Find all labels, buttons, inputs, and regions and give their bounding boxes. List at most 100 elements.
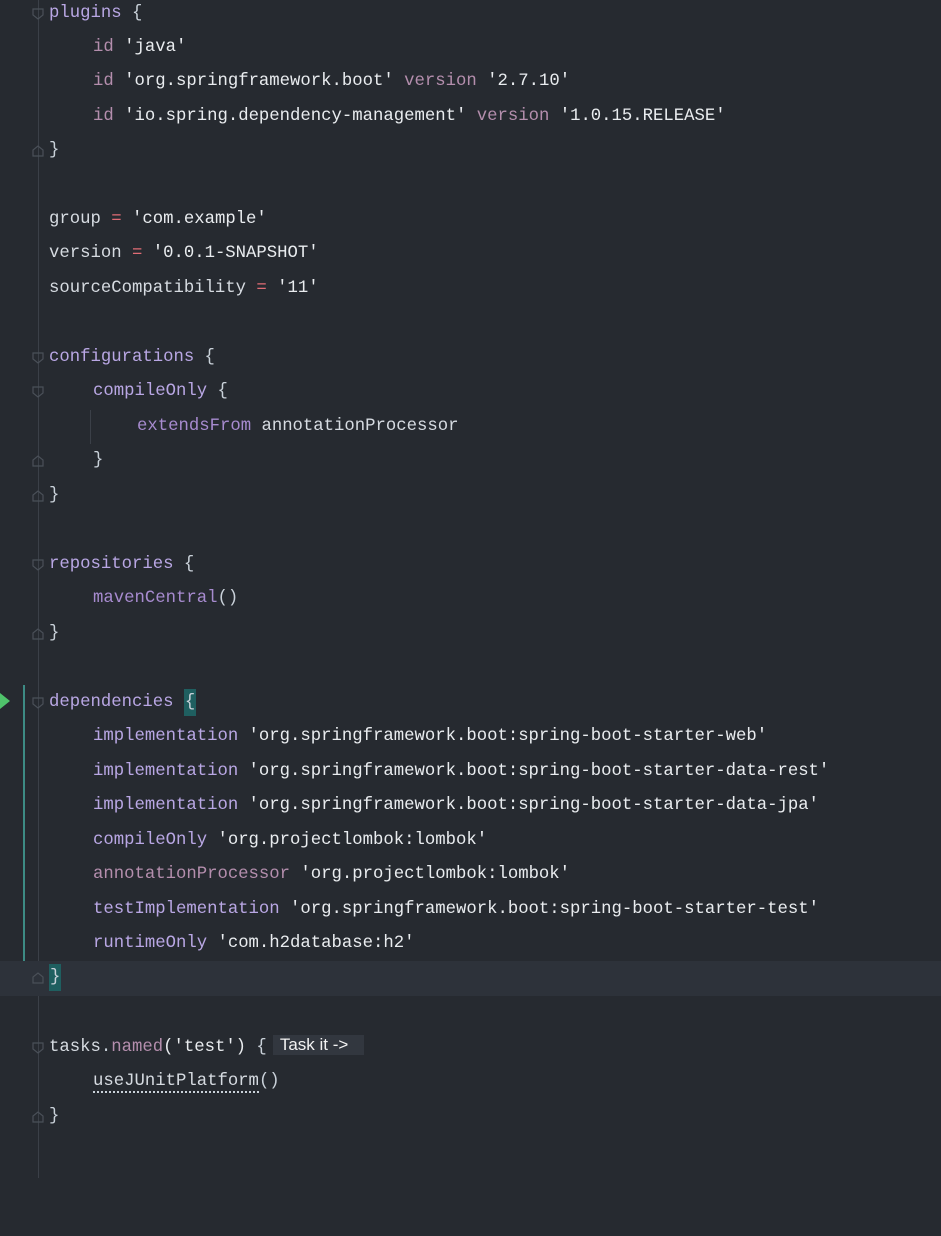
code-token: annotationProcessor <box>93 865 291 884</box>
fold-close-icon[interactable] <box>32 1111 44 1123</box>
code-line[interactable]: mavenCentral() <box>0 582 941 617</box>
code-token: version <box>49 244 122 263</box>
fold-close-icon[interactable] <box>32 145 44 157</box>
code-token: '0.0.1-SNAPSHOT' <box>152 244 319 263</box>
code-token: 'org.projectlombok:lombok' <box>207 831 488 850</box>
code-token: version <box>466 107 550 126</box>
code-line[interactable]: implementation 'org.springframework.boot… <box>0 755 941 790</box>
code-line[interactable]: } <box>0 617 941 652</box>
code-token: } <box>49 1107 60 1126</box>
code-token: plugins <box>49 4 122 23</box>
code-line[interactable]: id 'io.spring.dependency-management' ver… <box>0 100 941 135</box>
code-token: compileOnly <box>93 831 208 850</box>
fold-open-icon[interactable] <box>32 8 44 20</box>
code-token: } <box>49 486 60 505</box>
code-line[interactable]: configurations { <box>0 341 941 376</box>
code-token: . <box>100 1038 112 1057</box>
code-line[interactable]: id 'java' <box>0 31 941 66</box>
code-token: id <box>93 72 114 91</box>
code-token: 'java' <box>113 38 187 57</box>
code-token: sourceCompatibility <box>49 279 247 298</box>
code-token: 'org.projectlombok:lombok' <box>290 865 571 884</box>
code-token: dependencies <box>49 693 174 712</box>
fold-close-icon[interactable] <box>32 972 44 984</box>
code-token: = <box>246 279 278 298</box>
fold-close-icon[interactable] <box>32 490 44 502</box>
fold-close-icon[interactable] <box>32 455 44 467</box>
code-token: annotationProcessor <box>251 417 459 436</box>
code-token: useJUnitPlatform <box>93 1072 259 1093</box>
code-token: 'com.example' <box>131 210 267 229</box>
code-line[interactable]: } <box>0 1100 941 1135</box>
code-token: mavenCentral <box>93 589 218 608</box>
code-token: { <box>194 348 215 367</box>
code-token: version <box>393 72 477 91</box>
fold-open-icon[interactable] <box>32 352 44 364</box>
code-token: id <box>93 107 114 126</box>
code-token: { <box>246 1038 267 1057</box>
code-token: 'org.springframework.boot:spring-boot-st… <box>238 762 830 781</box>
code-line[interactable]: group = 'com.example' <box>0 203 941 238</box>
fold-close-icon[interactable] <box>32 628 44 640</box>
code-line[interactable]: } <box>0 479 941 514</box>
code-line[interactable]: annotationProcessor 'org.projectlombok:l… <box>0 858 941 893</box>
code-token: () <box>258 1072 280 1091</box>
code-token: { <box>207 382 228 401</box>
code-line[interactable]: version = '0.0.1-SNAPSHOT' <box>0 237 941 272</box>
code-token: 'org.springframework.boot:spring-boot-st… <box>279 900 819 919</box>
code-line[interactable]: } <box>0 444 941 479</box>
matched-brace: } <box>49 964 62 991</box>
code-token: () <box>217 589 239 608</box>
code-token: named <box>111 1038 164 1057</box>
code-token: 'org.springframework.boot:spring-boot-st… <box>238 727 768 746</box>
code-line[interactable]: testImplementation 'org.springframework.… <box>0 893 941 928</box>
current-code-line[interactable]: } <box>0 961 941 996</box>
code-token: implementation <box>93 727 239 746</box>
fold-open-icon[interactable] <box>32 697 44 709</box>
code-line[interactable]: plugins { <box>0 0 941 32</box>
code-token: testImplementation <box>93 900 280 919</box>
code-token: '1.0.15.RELEASE' <box>549 107 726 126</box>
code-line[interactable]: repositories { <box>0 548 941 583</box>
code-line[interactable]: } <box>0 134 941 169</box>
code-token: } <box>93 451 104 470</box>
code-token: = <box>121 244 153 263</box>
code-token: implementation <box>93 762 239 781</box>
code-line[interactable]: id 'org.springframework.boot' version '2… <box>0 65 941 100</box>
code-line[interactable]: compileOnly 'org.projectlombok:lombok' <box>0 824 941 859</box>
fold-open-icon[interactable] <box>32 1042 44 1054</box>
code-token: 'com.h2database:h2' <box>207 934 415 953</box>
code-line[interactable]: compileOnly { <box>0 375 941 410</box>
code-line[interactable]: dependencies { <box>0 686 941 721</box>
code-token: { <box>173 555 195 574</box>
code-token: compileOnly <box>93 382 208 401</box>
code-token: ('test') <box>163 1038 247 1057</box>
code-line[interactable]: useJUnitPlatform() <box>0 1065 941 1100</box>
code-token: group <box>49 210 101 229</box>
code-token: implementation <box>93 796 239 815</box>
code-line[interactable]: implementation 'org.springframework.boot… <box>0 720 941 755</box>
code-token: repositories <box>49 555 174 574</box>
code-token: '2.7.10' <box>476 72 571 91</box>
inlay-type-hint[interactable]: Task it -> <box>272 1035 365 1055</box>
code-editor[interactable]: plugins { id 'java' id 'org.springframew… <box>0 0 941 1178</box>
code-token: configurations <box>49 348 195 367</box>
code-line[interactable]: tasks.named('test') { Task it -> <box>0 1031 941 1066</box>
code-token: } <box>49 624 60 643</box>
fold-open-icon[interactable] <box>32 559 44 571</box>
code-token: = <box>100 210 132 229</box>
code-token: extendsFrom <box>137 417 252 436</box>
code-token: runtimeOnly <box>93 934 208 953</box>
code-token: 'org.springframework.boot:spring-boot-st… <box>238 796 819 815</box>
code-token: tasks <box>49 1038 101 1057</box>
code-line[interactable]: implementation 'org.springframework.boot… <box>0 789 941 824</box>
code-token: id <box>93 38 114 57</box>
matched-brace: { <box>183 689 197 716</box>
code-token: { <box>121 4 143 23</box>
code-line[interactable]: runtimeOnly 'com.h2database:h2' <box>0 927 941 962</box>
fold-open-icon[interactable] <box>32 386 44 398</box>
code-line[interactable]: sourceCompatibility = '11' <box>0 272 941 307</box>
code-line[interactable]: extendsFrom annotationProcessor <box>0 410 941 445</box>
code-token: 'org.springframework.boot' <box>113 72 394 91</box>
